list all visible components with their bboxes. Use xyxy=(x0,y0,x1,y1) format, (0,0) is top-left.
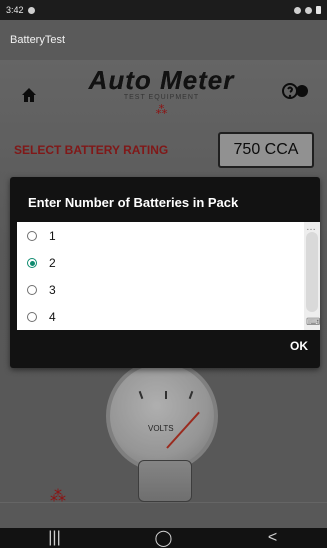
recent-apps-icon: ||| xyxy=(48,529,61,546)
option-item-4[interactable]: 4 xyxy=(17,303,320,330)
radio-button[interactable] xyxy=(27,284,37,295)
status-bar: 3:42 xyxy=(0,0,327,20)
option-item-1[interactable]: 1 xyxy=(17,222,320,249)
radio-button-selected[interactable] xyxy=(27,257,37,268)
batteries-dialog: Enter Number of Batteries in Pack 1 2 3 … xyxy=(10,177,320,368)
scroll-thumb[interactable] xyxy=(306,232,318,312)
status-time: 3:42 xyxy=(6,5,24,15)
battery-count-list: 1 2 3 4 … ⌨ xyxy=(17,222,320,330)
keyboard-icon[interactable]: ⌨ xyxy=(306,317,320,328)
option-label: 1 xyxy=(49,228,56,243)
settings-icon xyxy=(27,6,35,14)
notification-icon xyxy=(294,6,301,14)
back-button[interactable]: < xyxy=(267,529,279,546)
list-scrollbar[interactable]: … ⌨ xyxy=(304,222,320,330)
app-title: BatteryTest xyxy=(10,34,66,46)
ok-button[interactable]: OK xyxy=(290,339,308,353)
home-circle-icon: ◯ xyxy=(154,530,173,547)
battery-icon xyxy=(316,6,321,14)
option-label: 3 xyxy=(49,282,56,297)
more-icon[interactable]: … xyxy=(306,222,316,233)
system-nav-bar: ||| ◯ < xyxy=(0,528,327,548)
option-label: 2 xyxy=(49,255,56,270)
recent-apps-button[interactable]: ||| xyxy=(48,529,61,546)
option-item-3[interactable]: 3 xyxy=(17,276,320,303)
radio-button[interactable] xyxy=(27,230,37,241)
app-bar: BatteryTest xyxy=(0,20,327,60)
option-label: 4 xyxy=(49,309,56,324)
back-icon: < xyxy=(267,529,278,546)
radio-button[interactable] xyxy=(27,311,37,322)
option-item-2[interactable]: 2 xyxy=(17,249,320,276)
home-button[interactable]: ◯ xyxy=(155,530,173,547)
dialog-title: Enter Number of Batteries in Pack xyxy=(28,195,239,210)
wifi-icon xyxy=(305,6,312,14)
